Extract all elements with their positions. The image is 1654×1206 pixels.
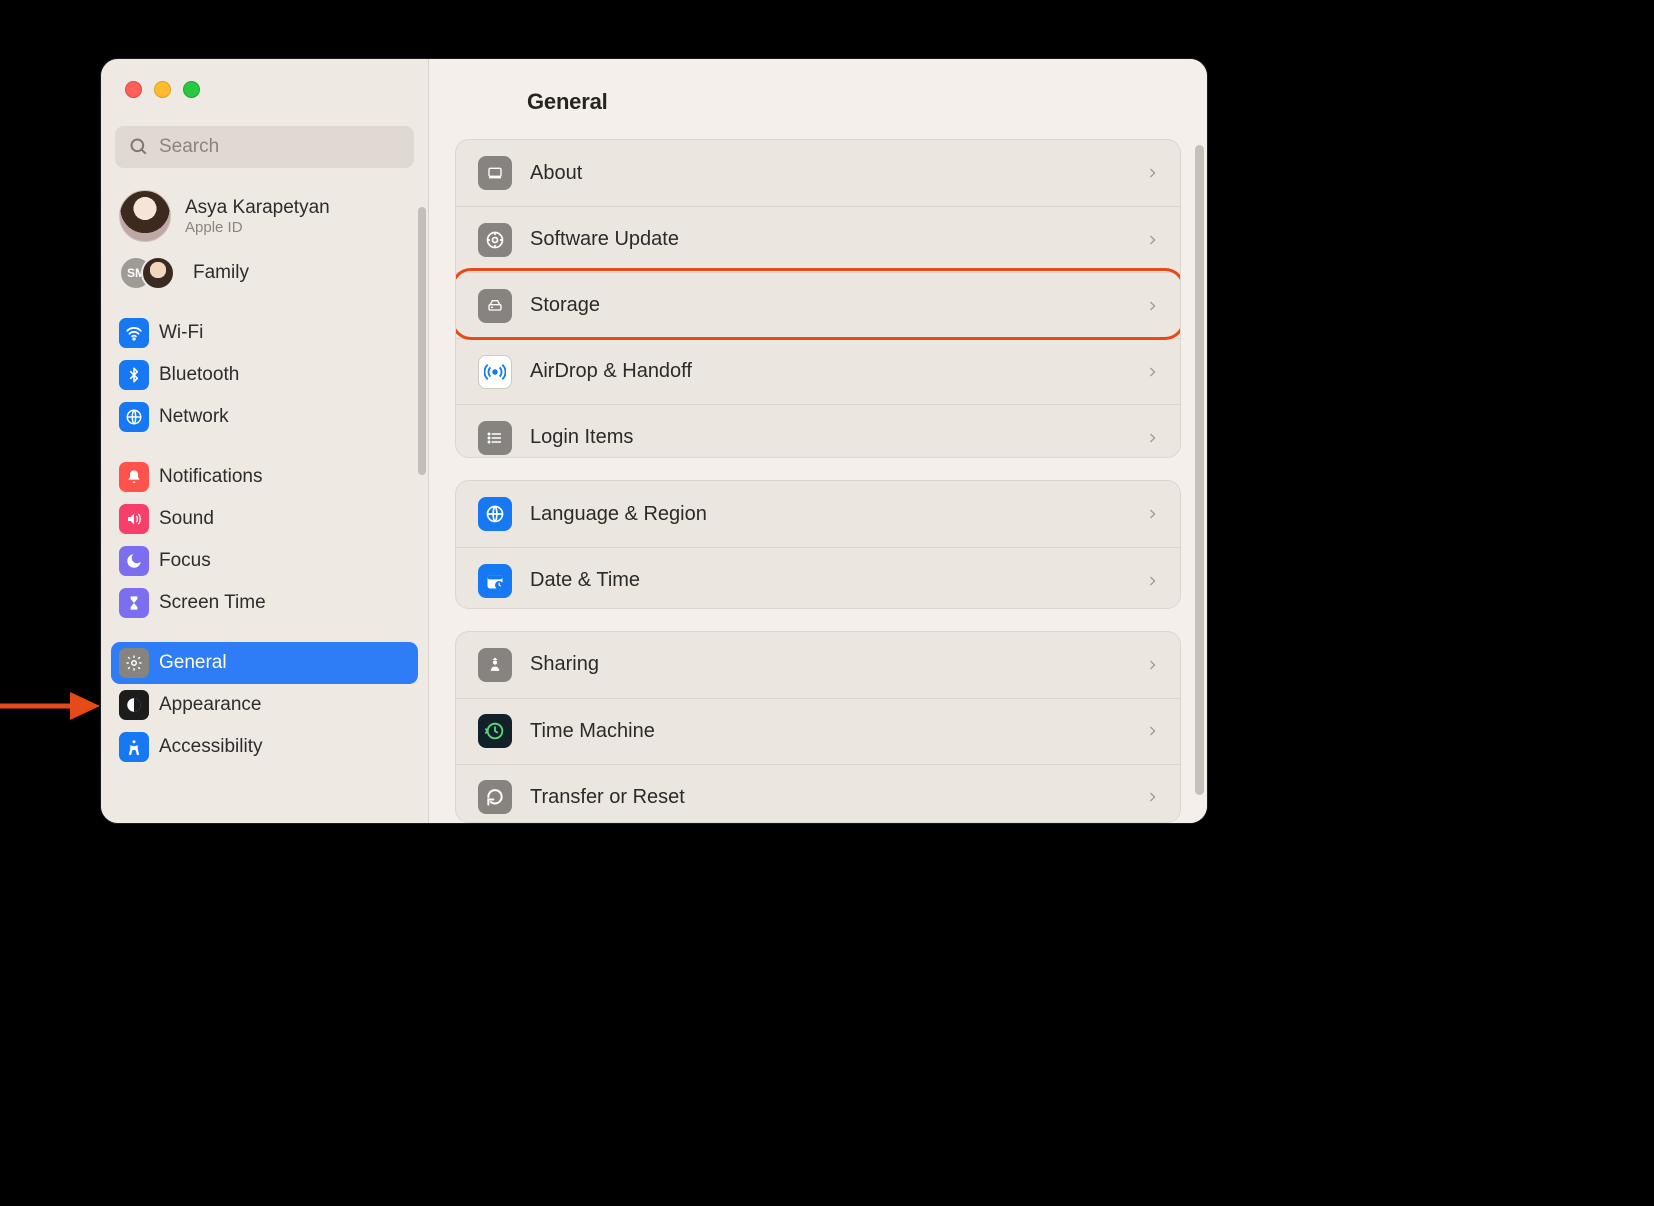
- sidebar-item-label: Bluetooth: [159, 364, 239, 386]
- sidebar-item-accessibility[interactable]: Accessibility: [111, 726, 418, 768]
- bluetooth-icon: [119, 360, 149, 390]
- family-row[interactable]: SM Family: [101, 246, 428, 306]
- date-time-icon: [478, 564, 512, 598]
- page-title: General: [429, 59, 1207, 139]
- screentime-icon: [119, 588, 149, 618]
- focus-icon: [119, 546, 149, 576]
- sidebar-item-label: Appearance: [159, 694, 261, 716]
- sidebar-item-label: Notifications: [159, 466, 263, 488]
- sidebar-item-screentime[interactable]: Screen Time: [111, 582, 418, 624]
- login-items-icon: [478, 421, 512, 455]
- storage-icon: [478, 289, 512, 323]
- maximize-button[interactable]: [183, 81, 200, 98]
- search-input[interactable]: [115, 126, 414, 168]
- wifi-icon: [119, 318, 149, 348]
- row-label: Transfer or Reset: [530, 786, 1146, 809]
- sidebar-item-label: Accessibility: [159, 736, 262, 758]
- row-language-region[interactable]: Language & Region: [456, 481, 1180, 547]
- row-storage[interactable]: Storage: [456, 272, 1180, 338]
- sharing-icon: [478, 648, 512, 682]
- sound-icon: [119, 504, 149, 534]
- row-label: Language & Region: [530, 503, 1146, 526]
- chevron-right-icon: [1146, 298, 1158, 314]
- appearance-icon: [119, 690, 149, 720]
- row-date-time[interactable]: Date & Time: [456, 547, 1180, 609]
- sidebar-item-label: Screen Time: [159, 592, 266, 614]
- family-avatars: SM: [119, 256, 179, 290]
- sidebar-item-wifi[interactable]: Wi-Fi: [111, 312, 418, 354]
- sidebar-list: Wi-Fi Bluetooth Network Notification: [101, 306, 428, 768]
- close-button[interactable]: [125, 81, 142, 98]
- row-login-items[interactable]: Login Items: [456, 404, 1180, 458]
- minimize-button[interactable]: [154, 81, 171, 98]
- row-label: Software Update: [530, 228, 1146, 251]
- row-label: Date & Time: [530, 569, 1146, 592]
- window-controls: [101, 59, 428, 98]
- settings-window: Asya Karapetyan Apple ID SM Family Wi-Fi: [100, 58, 1208, 824]
- notifications-icon: [119, 462, 149, 492]
- network-icon: [119, 402, 149, 432]
- sidebar-item-label: Sound: [159, 508, 214, 530]
- time-machine-icon: [478, 714, 512, 748]
- search-wrap: [115, 126, 414, 168]
- chevron-right-icon: [1146, 232, 1158, 248]
- about-icon: [478, 156, 512, 190]
- row-software-update[interactable]: Software Update: [456, 206, 1180, 272]
- account-subtitle: Apple ID: [185, 219, 330, 236]
- chevron-right-icon: [1146, 506, 1158, 522]
- chevron-right-icon: [1146, 430, 1158, 446]
- main-panel: General About Software Update: [429, 59, 1207, 823]
- settings-group: Language & Region Date & Time: [455, 480, 1181, 609]
- family-member-avatar: [141, 256, 175, 290]
- airdrop-icon: [478, 355, 512, 389]
- row-about[interactable]: About: [456, 140, 1180, 206]
- user-avatar: [119, 190, 171, 242]
- account-name: Asya Karapetyan: [185, 197, 330, 219]
- row-airdrop-handoff[interactable]: AirDrop & Handoff: [456, 338, 1180, 404]
- sidebar-item-label: General: [159, 652, 227, 674]
- sidebar-item-general[interactable]: General: [111, 642, 418, 684]
- search-icon: [129, 137, 149, 157]
- row-transfer-reset[interactable]: Transfer or Reset: [456, 764, 1180, 823]
- settings-group: About Software Update Storage: [455, 139, 1181, 458]
- sidebar-item-label: Focus: [159, 550, 211, 572]
- chevron-right-icon: [1146, 573, 1158, 589]
- general-icon: [119, 648, 149, 678]
- chevron-right-icon: [1146, 165, 1158, 181]
- row-label: AirDrop & Handoff: [530, 360, 1146, 383]
- main-scrollbar[interactable]: [1195, 145, 1204, 795]
- software-update-icon: [478, 223, 512, 257]
- apple-id-row[interactable]: Asya Karapetyan Apple ID: [101, 168, 428, 246]
- arrow-annotation: [0, 680, 100, 732]
- row-label: Sharing: [530, 653, 1146, 676]
- row-label: Storage: [530, 294, 1146, 317]
- row-label: Login Items: [530, 426, 1146, 449]
- sidebar-item-label: Wi-Fi: [159, 322, 203, 344]
- row-time-machine[interactable]: Time Machine: [456, 698, 1180, 764]
- language-region-icon: [478, 497, 512, 531]
- chevron-right-icon: [1146, 364, 1158, 380]
- sidebar-item-label: Network: [159, 406, 229, 428]
- sidebar-item-focus[interactable]: Focus: [111, 540, 418, 582]
- sidebar: Asya Karapetyan Apple ID SM Family Wi-Fi: [101, 59, 429, 823]
- row-label: About: [530, 162, 1146, 185]
- settings-group: Sharing Time Machine Transfer or Reset: [455, 631, 1181, 823]
- accessibility-icon: [119, 732, 149, 762]
- chevron-right-icon: [1146, 723, 1158, 739]
- sidebar-item-appearance[interactable]: Appearance: [111, 684, 418, 726]
- chevron-right-icon: [1146, 789, 1158, 805]
- sidebar-item-sound[interactable]: Sound: [111, 498, 418, 540]
- sidebar-item-bluetooth[interactable]: Bluetooth: [111, 354, 418, 396]
- sidebar-scrollbar[interactable]: [418, 207, 426, 475]
- row-label: Time Machine: [530, 720, 1146, 743]
- transfer-reset-icon: [478, 780, 512, 814]
- sidebar-item-notifications[interactable]: Notifications: [111, 456, 418, 498]
- chevron-right-icon: [1146, 657, 1158, 673]
- family-label: Family: [193, 262, 249, 284]
- sidebar-item-network[interactable]: Network: [111, 396, 418, 438]
- row-sharing[interactable]: Sharing: [456, 632, 1180, 698]
